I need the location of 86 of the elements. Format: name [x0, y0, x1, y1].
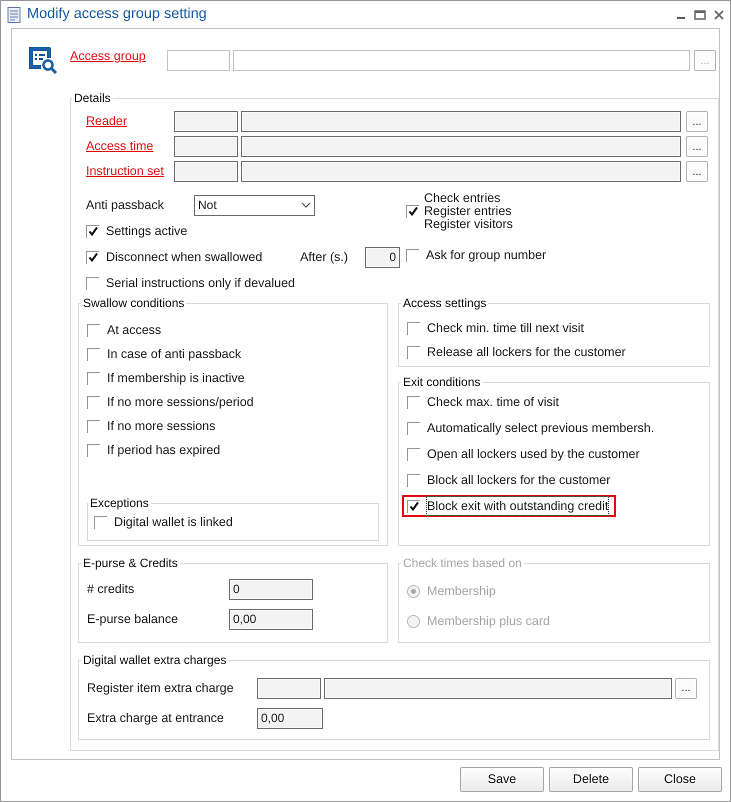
checkbox-label: If no more sessions	[107, 418, 216, 435]
browse-button[interactable]: ...	[686, 136, 708, 157]
field-label: # credits	[87, 582, 134, 596]
code-field[interactable]	[174, 161, 238, 182]
lookup-link[interactable]: Reader	[86, 114, 127, 128]
checkbox-label: Block all lockers for the customer	[427, 472, 610, 489]
group-code-field[interactable]	[167, 50, 230, 71]
caret-icon	[301, 202, 311, 208]
checkbox[interactable]	[407, 500, 420, 512]
checkbox[interactable]	[87, 348, 100, 360]
checkbox[interactable]	[86, 276, 99, 290]
checkbox[interactable]	[87, 444, 100, 456]
dialog-button[interactable]: Close	[638, 767, 722, 792]
checkbox-label: In case of anti passback	[107, 346, 242, 363]
checkbox-label: Check max. time of visit	[427, 394, 559, 411]
browse-button[interactable]: ...	[675, 678, 697, 698]
name-field[interactable]	[241, 136, 681, 157]
lookup-link[interactable]: Instruction set	[86, 164, 164, 178]
form-icon	[7, 6, 21, 22]
group-title: Access settings	[402, 296, 488, 310]
checkbox[interactable]	[407, 448, 420, 460]
name-field[interactable]	[324, 678, 672, 698]
group-title: E-purse & Credits	[82, 556, 179, 570]
name-field[interactable]	[241, 111, 681, 132]
checkbox[interactable]	[407, 422, 420, 434]
after-label: After (s.)	[300, 248, 348, 266]
checkbox[interactable]	[87, 324, 100, 336]
value-field[interactable]: 0,00	[229, 608, 313, 630]
checkbox-label: Register visitors	[424, 218, 513, 231]
anti-passback-label: Anti passback	[86, 198, 164, 212]
checkbox-label: Automatically select previous membersh.	[427, 420, 654, 437]
group-name-field[interactable]	[233, 50, 690, 71]
checkbox-label: Release all lockers for the customer	[427, 344, 626, 361]
lookup-link[interactable]: Access time	[86, 139, 154, 154]
anti-passback-dropdown[interactable]: Not	[194, 194, 315, 216]
close-icon[interactable]	[714, 10, 724, 20]
checkbox[interactable]	[407, 396, 420, 408]
checkbox-label: Disconnect when swallowed	[106, 248, 262, 266]
checkbox-label: If no more sessions/period	[107, 394, 254, 411]
value-field[interactable]: 0,00	[257, 708, 323, 728]
after-field[interactable]: 0	[365, 246, 400, 268]
checkbox-label: Ask for group number	[426, 246, 546, 264]
window-title: Modify access group setting	[27, 4, 207, 24]
checkbox[interactable]	[87, 396, 100, 408]
checkbox[interactable]	[407, 322, 420, 334]
maximize-icon[interactable]	[694, 10, 706, 20]
checkbox-label: Serial instructions only if devalued	[106, 274, 295, 292]
checkbox-label: If membership is inactive	[107, 370, 245, 387]
radio-label: Membership	[427, 582, 496, 600]
group-title: Swallow conditions	[82, 296, 186, 310]
checkbox-label: Settings active	[106, 222, 188, 240]
dialog-button[interactable]: Save	[460, 767, 544, 792]
radio-label: Membership plus card	[427, 612, 550, 630]
checkbox-label: Digital wallet is linked	[114, 514, 233, 531]
checkbox-label: Register entries	[424, 205, 513, 218]
group-title: Check times based on	[402, 556, 523, 570]
field-label: E-purse balance	[87, 612, 178, 626]
checkbox[interactable]	[406, 205, 419, 218]
checkbox-label: Block exit with outstanding credit	[427, 496, 608, 516]
group-title: Exit conditions	[402, 375, 482, 389]
checkbox[interactable]	[94, 516, 107, 528]
group-title: Digital wallet extra charges	[82, 653, 228, 667]
browse-button[interactable]: ...	[686, 161, 708, 182]
field-label: Register item extra charge	[87, 680, 234, 695]
field-label: Extra charge at entrance	[87, 710, 224, 725]
checkbox-label: Check entries	[424, 192, 502, 205]
group-title: Exceptions	[89, 496, 150, 510]
group-title: Details	[73, 91, 112, 105]
dialog-button[interactable]: Delete	[549, 767, 633, 792]
checkbox[interactable]	[407, 474, 420, 486]
checkbox-label: Open all lockers used by the customer	[427, 446, 640, 463]
checkbox[interactable]	[86, 250, 99, 264]
code-field[interactable]	[174, 136, 238, 157]
checkbox[interactable]	[406, 248, 419, 262]
checkbox-label: Check min. time till next visit	[427, 320, 584, 337]
checkbox-label: At access	[107, 322, 162, 339]
checkbox-label: If period has expired	[107, 442, 220, 459]
checkbox[interactable]	[86, 224, 99, 238]
code-field[interactable]	[257, 678, 321, 698]
browse-button[interactable]: ...	[686, 111, 708, 132]
code-field[interactable]	[174, 111, 238, 132]
checkbox[interactable]	[407, 346, 420, 358]
checkbox[interactable]	[87, 372, 100, 384]
checkbox[interactable]	[87, 420, 100, 432]
name-field[interactable]	[241, 161, 681, 182]
value-field[interactable]: 0	[229, 578, 313, 600]
